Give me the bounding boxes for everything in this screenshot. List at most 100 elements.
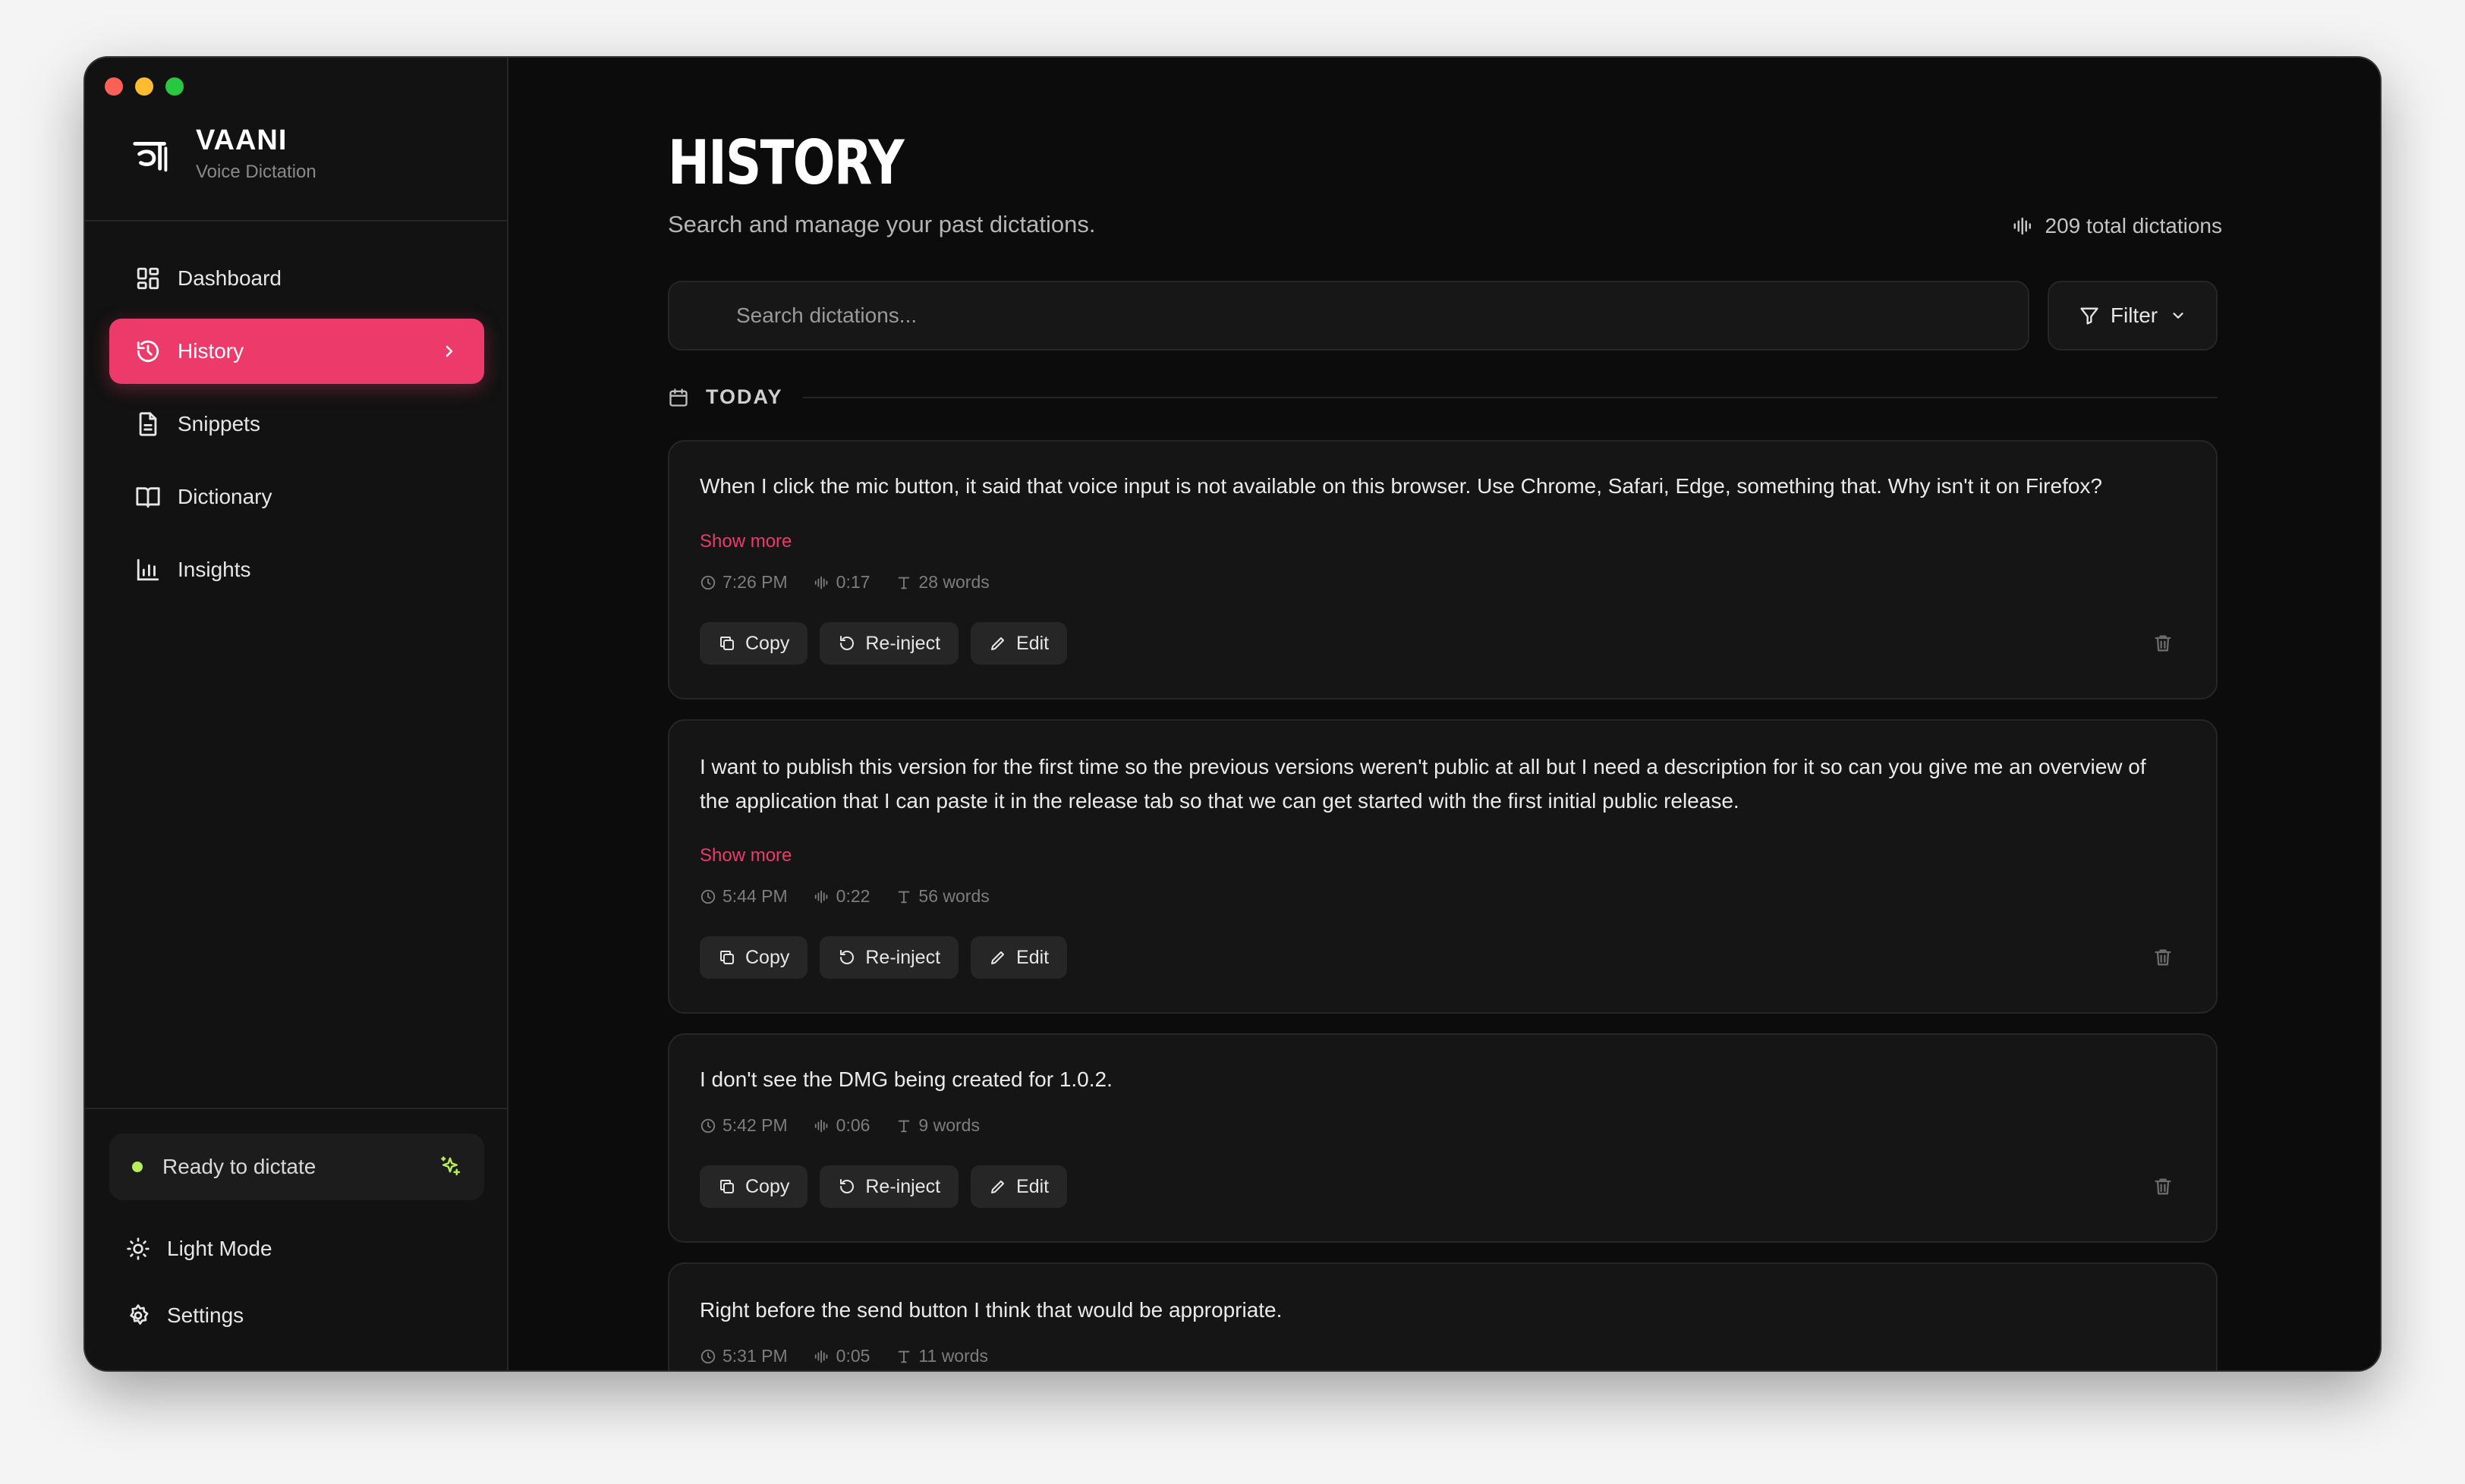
- total-dictations: 209 total dictations: [2012, 214, 2223, 238]
- text-icon: [896, 1348, 912, 1365]
- close-window-button[interactable]: [105, 77, 123, 96]
- entry-time: 7:26 PM: [722, 572, 788, 592]
- bar-chart-icon: [137, 558, 159, 581]
- copy-icon: [718, 634, 736, 652]
- entry-words: 28 words: [918, 572, 990, 592]
- chevron-right-icon: [445, 345, 453, 357]
- text-icon: [896, 888, 912, 905]
- copy-label: Copy: [745, 632, 790, 654]
- clock-icon: [700, 1348, 716, 1365]
- waveform-icon: [814, 1348, 830, 1365]
- light-mode-toggle[interactable]: Light Mode: [126, 1237, 272, 1261]
- total-count: 209 total dictations: [2045, 214, 2223, 237]
- brand-name: VAANI: [196, 124, 288, 156]
- chevron-down-icon: [2173, 313, 2183, 319]
- entry-duration: 0:17: [836, 572, 870, 592]
- pencil-icon: [989, 634, 1007, 652]
- history-icon: [137, 340, 159, 363]
- status-dot: [132, 1162, 143, 1172]
- search-input[interactable]: [669, 282, 2028, 349]
- entry-duration: 0:06: [836, 1115, 870, 1135]
- sidebar-item-dictionary[interactable]: Dictionary: [109, 464, 484, 530]
- text-icon: [896, 1118, 912, 1134]
- sidebar-item-history[interactable]: History: [109, 319, 484, 384]
- history-entry: I want to publish this version for the f…: [668, 719, 2218, 1014]
- sidebar-item-label: Snippets: [178, 412, 260, 435]
- reinject-label: Re-inject: [865, 632, 941, 654]
- history-entry: I don't see the DMG being created for 1.…: [668, 1033, 2218, 1243]
- filter-button[interactable]: Filter: [2048, 281, 2218, 351]
- reinject-label: Re-inject: [865, 946, 941, 968]
- entry-actions: Copy Re-inject Edit: [700, 936, 1068, 979]
- show-more-link[interactable]: Show more: [700, 531, 792, 552]
- entry-text: Right before the send button I think tha…: [700, 1298, 1283, 1322]
- entry-words: 9 words: [918, 1115, 980, 1135]
- book-icon: [136, 487, 160, 508]
- window-controls: [105, 77, 184, 96]
- entry-time: 5:31 PM: [722, 1346, 788, 1366]
- copy-icon: [718, 948, 736, 967]
- section-header-today: TODAY: [668, 385, 2218, 409]
- sun-icon: [127, 1237, 150, 1260]
- sidebar-nav: Dashboard History Snippets Dictionary In…: [109, 246, 484, 610]
- calendar-icon: [669, 388, 688, 407]
- sidebar-item-dashboard[interactable]: Dashboard: [109, 246, 484, 311]
- sidebar-item-label: Dashboard: [178, 266, 282, 290]
- entry-duration: 0:22: [836, 886, 870, 906]
- show-more-link[interactable]: Show more: [700, 845, 792, 866]
- filter-label: Filter: [2110, 303, 2158, 327]
- pencil-icon: [989, 1177, 1007, 1196]
- dictation-status: Ready to dictate: [109, 1133, 484, 1200]
- entry-words: 11 words: [918, 1346, 989, 1366]
- entry-actions: Copy Re-inject Edit: [700, 1165, 1068, 1208]
- entry-meta: 5:42 PM 0:06 9 words: [700, 1115, 1006, 1136]
- trash-icon[interactable]: [2152, 947, 2174, 968]
- sidebar: VAANI Voice Dictation Dashboard History …: [85, 58, 508, 1370]
- main-content: HISTORY Search and manage your past dict…: [508, 58, 2380, 1370]
- brand-subtitle: Voice Dictation: [196, 162, 316, 182]
- vaani-logo-icon: [133, 141, 168, 171]
- maximize-window-button[interactable]: [165, 77, 184, 96]
- entry-time: 5:42 PM: [722, 1115, 788, 1135]
- entry-meta: 7:26 PM 0:17 28 words: [700, 572, 1015, 593]
- entry-duration: 0:05: [836, 1346, 870, 1366]
- clock-icon: [700, 888, 716, 905]
- gear-icon: [130, 1304, 149, 1325]
- snippets-icon: [139, 412, 157, 436]
- light-mode-label: Light Mode: [167, 1237, 272, 1260]
- waveform-icon: [814, 574, 830, 591]
- waveform-icon: [814, 1118, 830, 1134]
- reinject-label: Re-inject: [865, 1175, 941, 1197]
- copy-button[interactable]: Copy: [700, 1165, 808, 1208]
- reinject-button[interactable]: Re-inject: [820, 622, 959, 665]
- edit-button[interactable]: Edit: [971, 622, 1068, 665]
- sidebar-item-snippets[interactable]: Snippets: [109, 391, 484, 457]
- page-subtitle: Search and manage your past dictations.: [668, 211, 1096, 237]
- trash-icon[interactable]: [2152, 633, 2174, 654]
- filter-icon: [2080, 307, 2098, 325]
- entry-time: 5:44 PM: [722, 886, 788, 906]
- settings-button[interactable]: Settings: [126, 1303, 244, 1328]
- rotate-icon: [838, 948, 856, 967]
- minimize-window-button[interactable]: [135, 77, 153, 96]
- sidebar-item-label: Dictionary: [178, 485, 272, 508]
- edit-button[interactable]: Edit: [971, 1165, 1068, 1208]
- pencil-icon: [989, 948, 1007, 967]
- reinject-button[interactable]: Re-inject: [820, 1165, 959, 1208]
- edit-button[interactable]: Edit: [971, 936, 1068, 979]
- entry-meta: 5:44 PM 0:22 56 words: [700, 886, 1015, 907]
- entry-text: I want to publish this version for the f…: [700, 755, 2146, 813]
- entry-actions: Copy Re-inject Edit: [700, 622, 1068, 665]
- edit-label: Edit: [1016, 1175, 1050, 1197]
- brand: VAANI Voice Dictation: [131, 124, 316, 183]
- app-window: VAANI Voice Dictation Dashboard History …: [85, 58, 2380, 1370]
- reinject-button[interactable]: Re-inject: [820, 936, 959, 979]
- edit-label: Edit: [1016, 632, 1050, 654]
- waveform-icon: [2012, 215, 2035, 237]
- copy-button[interactable]: Copy: [700, 936, 808, 979]
- copy-button[interactable]: Copy: [700, 622, 808, 665]
- entry-meta: 5:31 PM 0:05 11 words: [700, 1346, 1014, 1366]
- sidebar-item-insights[interactable]: Insights: [109, 537, 484, 602]
- sparkles-icon[interactable]: [439, 1155, 461, 1178]
- trash-icon[interactable]: [2152, 1176, 2174, 1197]
